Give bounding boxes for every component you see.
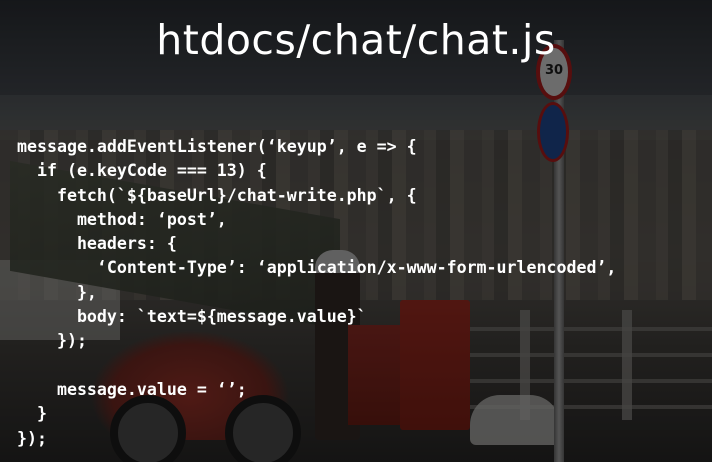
code-line: fetch(`${baseUrl}/chat-write.php`, {	[17, 185, 417, 205]
code-line: });	[17, 331, 87, 351]
code-line: if (e.keyCode === 13) {	[17, 161, 267, 181]
code-line: body: `text=${message.value}`	[17, 307, 367, 327]
code-line: headers: {	[17, 234, 177, 254]
code-line: message.value = ‘’;	[17, 379, 247, 399]
slide-title: htdocs/chat/chat.js	[156, 16, 556, 64]
presentation-slide: 30 htdocs/chat/chat.js message.addEventL…	[0, 0, 712, 462]
code-line: message.addEventListener(‘keyup’, e => {	[17, 137, 417, 156]
code-block: message.addEventListener(‘keyup’, e => {…	[17, 135, 616, 451]
code-line: });	[17, 428, 47, 448]
code-line: ‘Content-Type’: ‘application/x-www-form-…	[17, 258, 617, 278]
code-line: method: ‘post’,	[17, 209, 227, 229]
code-line: },	[17, 282, 97, 302]
code-line: }	[17, 404, 47, 424]
